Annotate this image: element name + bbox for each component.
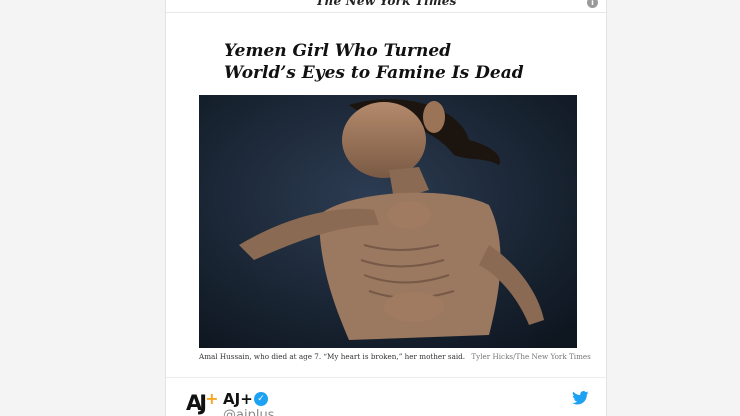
caption-text: Amal Hussain, who died at age 7. “My hea…	[199, 352, 466, 361]
avatar-plus: +	[205, 389, 219, 408]
photo-credit: Tyler Hicks/The New York Times	[471, 352, 591, 361]
embedded-tweet-card: The New York Times i Yemen Girl Who Turn…	[165, 0, 607, 416]
photo-illustration	[199, 95, 577, 348]
account-name[interactable]: AJ+	[223, 390, 253, 408]
twitter-bird-icon[interactable]	[572, 391, 589, 405]
article-headline[interactable]: Yemen Girl Who Turned World’s Eyes to Fa…	[224, 40, 524, 84]
nyt-masthead: The New York Times i	[166, 0, 606, 13]
photo-caption: Amal Hussain, who died at age 7. “My hea…	[199, 352, 599, 361]
avatar-letters: AJ	[186, 391, 207, 415]
divider	[166, 377, 606, 378]
aj-plus-avatar[interactable]: AJ+	[186, 389, 219, 416]
account-handle[interactable]: @ajplus	[223, 408, 274, 416]
masthead-title: The New York Times	[315, 0, 457, 8]
article-photo[interactable]	[199, 95, 577, 348]
verified-badge-icon: ✓	[254, 392, 268, 406]
